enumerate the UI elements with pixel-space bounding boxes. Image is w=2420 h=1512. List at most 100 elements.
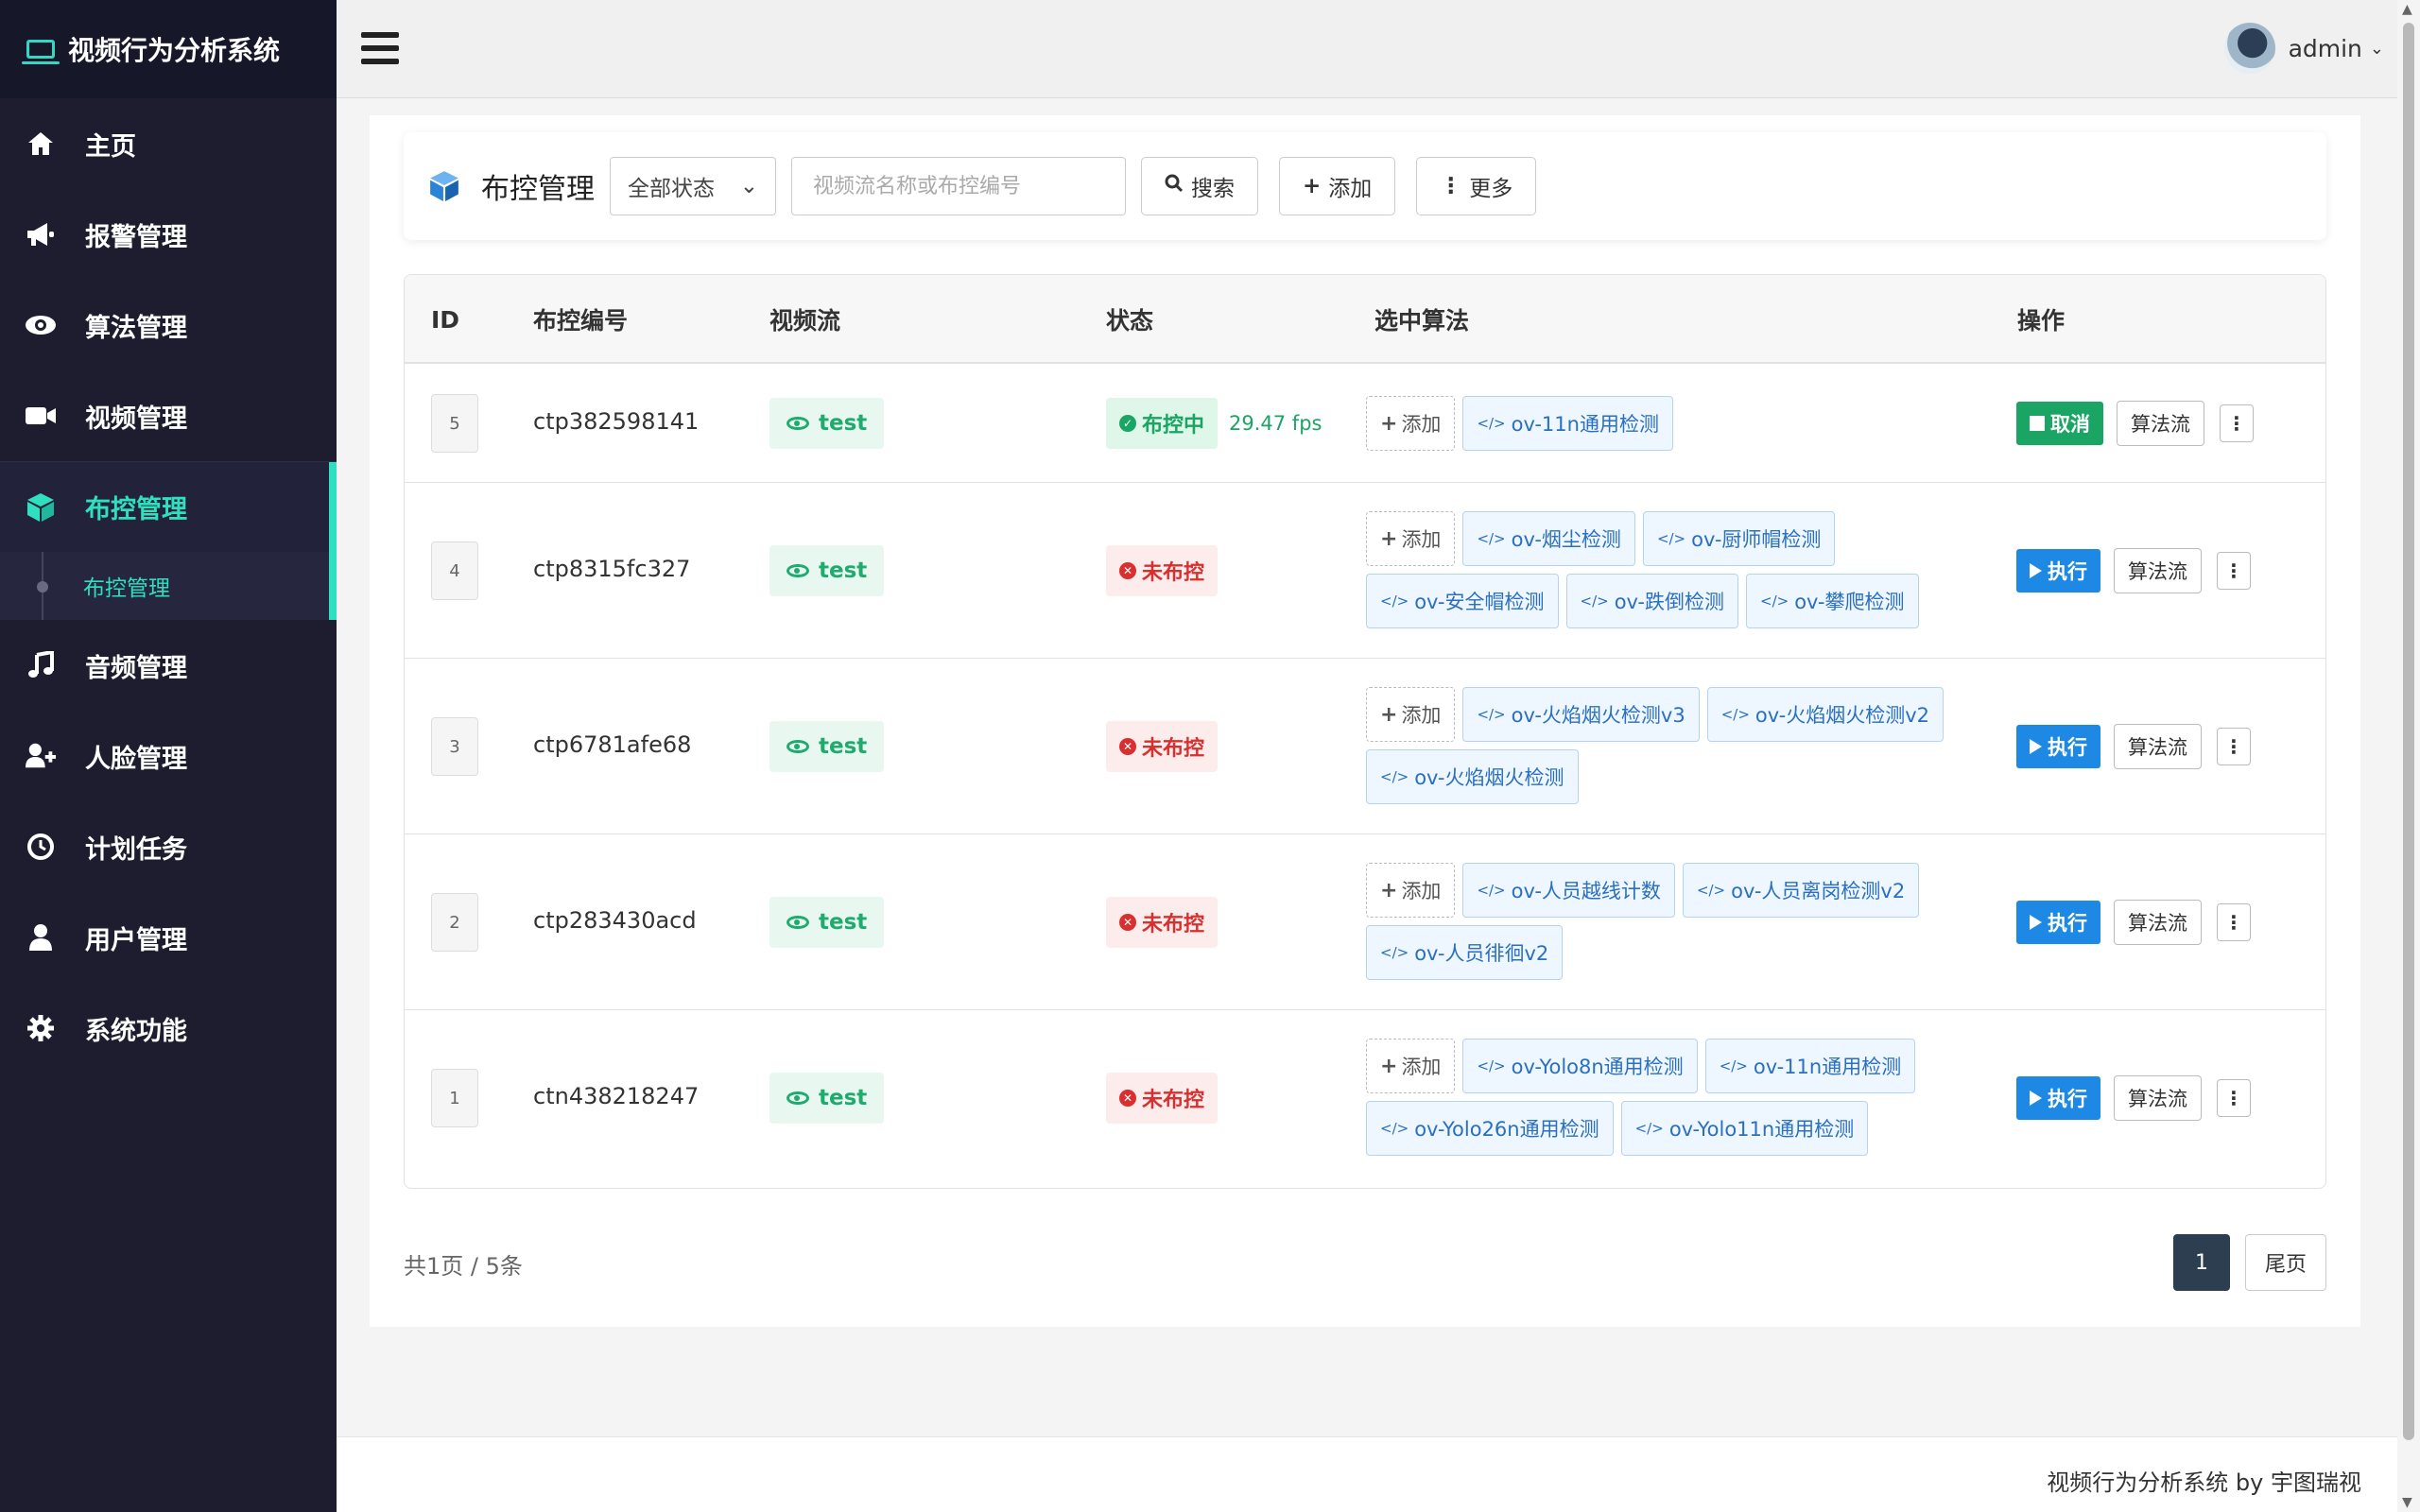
row-more-icon[interactable]: ⋮ [2217, 552, 2251, 590]
stream-badge[interactable]: test [769, 398, 885, 449]
status-select-value: 全部状态 [628, 177, 715, 201]
eye-icon [786, 564, 809, 577]
algorithm-tag[interactable]: </> ov-11n通用检测 [1462, 396, 1673, 451]
sidebar-item-system[interactable]: 系统功能 [0, 983, 337, 1074]
page-title: 布控管理 [481, 173, 595, 206]
more-button[interactable]: ⋮ 更多 [1416, 157, 1537, 215]
scroll-down-icon[interactable]: ▼ [2402, 1495, 2412, 1510]
algorithm-tag[interactable]: </> ov-人员越线计数 [1462, 863, 1675, 918]
table-row: 3 ctp6781afe68 test ✕ 未布控 + 添加 </> ov-火焰烟火检… [405, 659, 2325, 834]
add-button[interactable]: + 添加 [1279, 157, 1396, 215]
table-body: 5 ctp382598141 test ✓ 布控中 29.47 fps + 添加 <… [405, 364, 2325, 1186]
algorithm-stream-button[interactable]: 算法流 [2114, 724, 2202, 769]
deployment-code: ctn438218247 [533, 1083, 700, 1109]
sidebar-subitem-deployment[interactable]: 布控管理 [0, 552, 337, 620]
sidebar-item-alarms[interactable]: 报警管理 [0, 189, 337, 280]
code-icon: </> [1760, 593, 1789, 610]
algorithm-stream-button[interactable]: 算法流 [2114, 1075, 2202, 1121]
cube-icon [428, 170, 460, 202]
stream-badge[interactable]: test [769, 545, 885, 596]
user-plus-icon [25, 740, 57, 772]
sidebar-item-label: 视频管理 [85, 404, 187, 434]
scrollbar-thumb[interactable] [2403, 23, 2414, 1440]
run-deployment-button[interactable]: 执行 [2016, 549, 2100, 593]
stream-name: test [819, 411, 868, 436]
algorithm-list: + 添加 </> ov-11n通用检测 [1366, 396, 1971, 451]
sidebar-item-faces[interactable]: 人脸管理 [0, 711, 337, 801]
stream-cell: test [769, 1073, 885, 1124]
last-page-button[interactable]: 尾页 [2244, 1234, 2326, 1291]
algorithm-tag[interactable]: </> ov-安全帽检测 [1366, 574, 1559, 628]
add-algorithm-button[interactable]: + 添加 [1366, 396, 1456, 451]
sidebar-item-videos[interactable]: 视频管理 [0, 370, 337, 461]
status-badge: ✕ 未布控 [1106, 721, 1219, 772]
sidebar-item-schedules[interactable]: 计划任务 [0, 801, 337, 892]
algorithm-tag[interactable]: </> ov-11n通用检测 [1704, 1039, 1916, 1093]
stream-badge[interactable]: test [769, 1073, 885, 1124]
row-id: 5 [431, 394, 478, 453]
run-deployment-button[interactable]: 执行 [2016, 1076, 2100, 1120]
sidebar-item-users[interactable]: 用户管理 [0, 892, 337, 983]
code-icon: </> [1477, 530, 1506, 547]
sidebar-item-algorithms[interactable]: 算法管理 [0, 280, 337, 370]
run-deployment-button[interactable]: 执行 [2016, 725, 2100, 768]
column-header-id: ID [431, 305, 460, 334]
cancel-deployment-button[interactable]: 取消 [2016, 402, 2103, 445]
status-select[interactable]: 全部状态 ⌄ [610, 157, 776, 215]
user-menu[interactable]: admin ⌄ [2223, 23, 2384, 74]
add-button-label: 添加 [1328, 177, 1373, 201]
sidebar: 视频行为分析系统 主页 报警管理 算法管理 视频管理 布控管理 布控管理 音频管… [0, 0, 337, 1512]
add-algorithm-button[interactable]: + 添加 [1366, 863, 1456, 918]
username: admin [2288, 34, 2362, 62]
add-algorithm-button[interactable]: + 添加 [1366, 1039, 1456, 1093]
search-button[interactable]: 搜索 [1141, 157, 1258, 215]
algorithm-tag[interactable]: </> ov-跌倒检测 [1565, 574, 1738, 628]
row-more-icon[interactable]: ⋮ [2217, 728, 2251, 765]
code-icon: </> [1696, 882, 1726, 899]
home-icon [25, 128, 57, 160]
page-button-1[interactable]: 1 [2172, 1234, 2230, 1291]
stream-badge[interactable]: test [769, 897, 885, 948]
code-icon: </> [1656, 530, 1686, 547]
run-deployment-button[interactable]: 执行 [2016, 901, 2100, 944]
sidebar-item-label: 用户管理 [85, 925, 187, 955]
sidebar-item-audio[interactable]: 音频管理 [0, 620, 337, 711]
algorithm-stream-button[interactable]: 算法流 [2117, 401, 2204, 446]
deployment-code: ctp8315fc327 [533, 556, 691, 582]
hamburger-menu-icon[interactable] [361, 32, 399, 64]
algorithm-tag[interactable]: </> ov-烟尘检测 [1462, 511, 1635, 566]
algorithm-tag[interactable]: </> ov-火焰烟火检测v2 [1706, 687, 1944, 742]
sidebar-item-deployment[interactable]: 布控管理 [0, 461, 337, 552]
search-input[interactable] [791, 157, 1126, 215]
algorithm-tag[interactable]: </> ov-Yolo11n通用检测 [1620, 1101, 1869, 1156]
algorithm-tag[interactable]: </> ov-厨师帽检测 [1642, 511, 1836, 566]
add-algorithm-button[interactable]: + 添加 [1366, 687, 1456, 742]
code-icon: </> [1720, 706, 1750, 723]
scroll-up-icon[interactable]: ▲ [2402, 2, 2412, 17]
pagination: 1 尾页 [2172, 1234, 2326, 1291]
algorithm-tag[interactable]: </> ov-火焰烟火检测v3 [1462, 687, 1700, 742]
cube-icon [25, 491, 57, 524]
row-more-icon[interactable]: ⋮ [2217, 903, 2251, 941]
more-button-label: 更多 [1469, 177, 1513, 201]
algorithm-tag[interactable]: </> ov-人员离岗检测v2 [1682, 863, 1920, 918]
status-badge: ✕ 未布控 [1106, 897, 1219, 948]
algorithm-tag[interactable]: </> ov-Yolo8n通用检测 [1462, 1039, 1698, 1093]
row-more-icon[interactable]: ⋮ [2217, 1079, 2251, 1117]
page-scrollbar[interactable]: ▲ ▼ [2397, 0, 2420, 1512]
algorithm-tag-label: ov-烟尘检测 [1511, 528, 1621, 551]
algorithm-stream-button[interactable]: 算法流 [2114, 548, 2202, 593]
algorithm-stream-button[interactable]: 算法流 [2114, 900, 2202, 945]
sidebar-item-home[interactable]: 主页 [0, 98, 337, 189]
sidebar-item-label: 报警管理 [85, 222, 187, 252]
sidebar-item-label: 人脸管理 [85, 744, 187, 774]
status-badge: ✓ 布控中 [1106, 398, 1219, 449]
algorithm-tag[interactable]: </> ov-人员徘徊v2 [1366, 925, 1564, 980]
algorithm-tag[interactable]: </> ov-攀爬检测 [1746, 574, 1919, 628]
stream-badge[interactable]: test [769, 721, 885, 772]
add-algorithm-button[interactable]: + 添加 [1366, 511, 1456, 566]
sidebar-item-label: 布控管理 [85, 495, 187, 524]
algorithm-tag[interactable]: </> ov-Yolo26n通用检测 [1366, 1101, 1614, 1156]
algorithm-tag[interactable]: </> ov-火焰烟火检测 [1366, 749, 1579, 804]
row-more-icon[interactable]: ⋮ [2220, 404, 2254, 442]
